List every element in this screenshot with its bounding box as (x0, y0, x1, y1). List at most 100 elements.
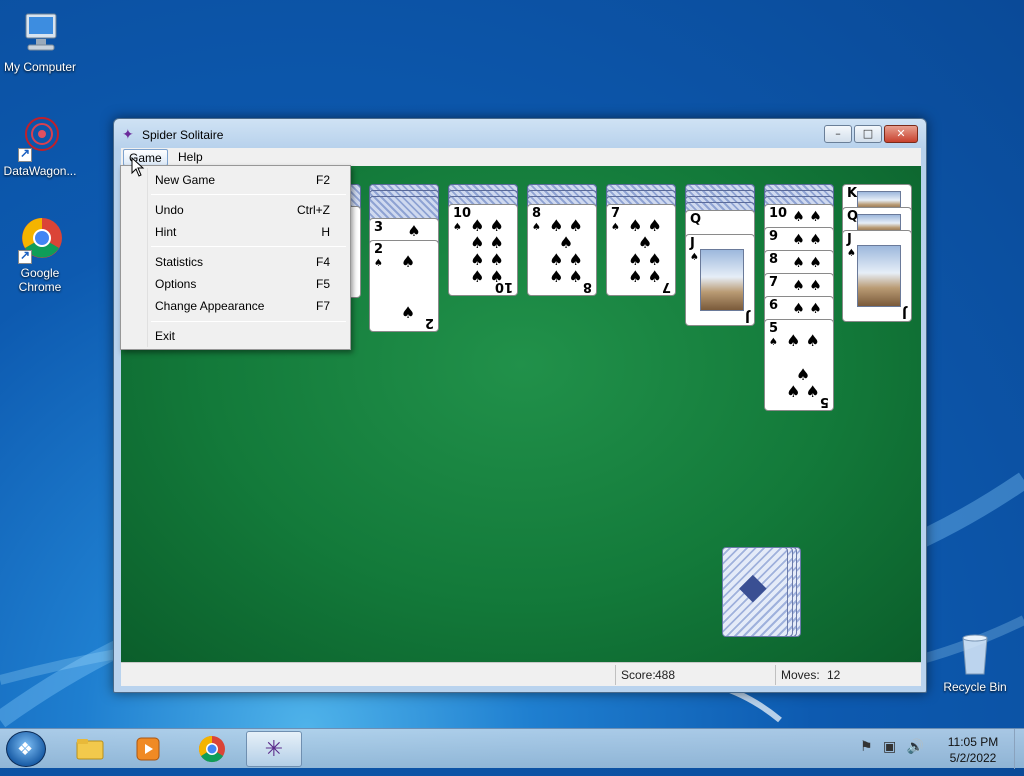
card-rank: 7 ♠ (611, 206, 621, 234)
card-10-spades[interactable]: 10 ♠ ♠ ♠ ♠ ♠ ♠ ♠ ♠ ♠ 10 (448, 204, 518, 296)
menu-item-hint[interactable]: Hint H (123, 221, 348, 243)
menu-item-label: Options (155, 277, 197, 291)
window-title: Spider Solitaire (142, 128, 224, 142)
bird-nest-art (857, 245, 901, 307)
card-rank-bottom: J (902, 305, 907, 320)
card-rank: 3 (374, 220, 384, 235)
card-rank: K (847, 186, 858, 201)
card-rank: 8 (769, 252, 779, 267)
datawagon-icon (16, 114, 64, 162)
clock-time: 11:05 PM (947, 735, 999, 749)
score-value: 488 (655, 668, 676, 682)
status-divider (775, 665, 776, 685)
card-rank-bottom: 2 (424, 315, 434, 330)
minimize-button[interactable]: – (824, 125, 852, 143)
shortcut-arrow-icon (18, 248, 32, 264)
show-desktop-button[interactable] (1014, 729, 1024, 769)
spider-app-icon: ✦ (122, 127, 134, 143)
card-J-spades[interactable]: J ♠ J (842, 230, 912, 322)
card-J-spades[interactable]: J ♠ J (685, 234, 755, 326)
spade-pips-icon: ♠ ♠ ♠ ♠ ♠ ♠ ♠ (628, 216, 662, 286)
taskbar-media-player[interactable] (120, 731, 176, 767)
score-label: Score: (621, 668, 656, 682)
menu-item-shortcut: H (321, 225, 330, 239)
card-rank-bottom: 8 (582, 279, 592, 294)
start-button[interactable]: ❖ (6, 731, 46, 767)
menu-game[interactable]: Game (123, 149, 168, 166)
taskbar: ❖ ✳ ⚑ ▣ 🔊 11:05 PM 5/2/2022 (0, 728, 1024, 769)
taskbar-clock[interactable]: 11:05 PM 5/2/2022 (938, 734, 1008, 766)
spade-pips-icon: ♠ ♠ (400, 252, 416, 322)
desktop-icon-label: My Computer (3, 60, 77, 74)
status-bar: Score: 488 Moves: 12 (121, 662, 921, 686)
spade-pips-icon: ♠ ♠ ♠ ♠ ♠ ♠ ♠ ♠ (470, 216, 504, 286)
volume-icon[interactable]: 🔊 (907, 739, 924, 755)
card-rank-bottom: 10 (494, 279, 513, 294)
spade-pips-icon: ♠ ♠ ♠ ♠ ♠ (786, 331, 820, 401)
desktop-icon-datawagon[interactable]: DataWagon... (0, 114, 80, 178)
menu-item-change-appearance[interactable]: Change Appearance F7 (123, 295, 348, 317)
menu-item-shortcut: F7 (315, 299, 330, 313)
desktop-icon-google-chrome[interactable]: Google Chrome (0, 216, 80, 294)
clock-date: 5/2/2022 (949, 751, 997, 765)
taskbar-spider-solitaire[interactable]: ✳ (246, 731, 302, 767)
card-rank: J ♠ (690, 236, 699, 264)
card-rank: 5 ♠ (769, 321, 779, 349)
menu-item-undo[interactable]: Undo Ctrl+Z (123, 199, 348, 221)
menu-item-shortcut: F4 (315, 255, 330, 269)
menu-separator (151, 321, 346, 322)
chrome-icon (197, 735, 227, 770)
menu-item-exit[interactable]: Exit (123, 325, 348, 347)
card-rank: 7 (769, 275, 779, 290)
moves-label: Moves: (781, 668, 820, 682)
menu-item-shortcut: F5 (315, 277, 330, 291)
desktop-icon-recycle-bin[interactable]: Recycle Bin (935, 630, 1015, 694)
taskbar-explorer[interactable] (62, 731, 118, 767)
card-rank: 2 ♠ (374, 242, 384, 270)
action-center-icon[interactable]: ⚑ (860, 739, 873, 755)
recycle-bin-icon (951, 630, 999, 678)
chrome-icon (16, 216, 64, 264)
menu-item-new-game[interactable]: New Game F2 (123, 169, 348, 191)
maximize-button[interactable]: □ (854, 125, 882, 143)
mouse-cursor-icon (131, 157, 145, 177)
card-7-spades[interactable]: 7 ♠ ♠ ♠ ♠ ♠ ♠ ♠ ♠ 7 (606, 204, 676, 296)
card-2-spades[interactable]: 2 ♠ ♠ ♠ 2 (369, 240, 439, 332)
bird-nest-art (700, 249, 744, 311)
menu-separator (151, 194, 346, 195)
card-rank-bottom: 5 (819, 394, 829, 409)
close-button[interactable]: ✕ (884, 125, 918, 143)
card-rank: 10 (769, 206, 788, 221)
card-5-spades[interactable]: 5 ♠ ♠ ♠ ♠ ♠ ♠ 5 (764, 319, 834, 411)
media-player-icon (134, 737, 162, 769)
card-rank: 8 ♠ (532, 206, 542, 234)
status-divider (615, 665, 616, 685)
card-rank: J ♠ (847, 232, 856, 260)
taskbar-chrome[interactable] (184, 731, 240, 767)
menu-item-options[interactable]: Options F5 (123, 273, 348, 295)
menu-item-shortcut: Ctrl+Z (297, 203, 330, 217)
menu-item-label: Exit (155, 329, 176, 343)
computer-icon (16, 10, 64, 58)
stock-pile[interactable] (722, 547, 788, 637)
menu-bar: Game Help (121, 148, 921, 166)
spade-pips-icon: ♠ ♠ ♠ ♠ ♠ ♠ ♠ (549, 216, 583, 286)
card-rank: Q (690, 212, 702, 227)
menu-separator (151, 246, 346, 247)
spider-icon: ✳ (264, 737, 284, 762)
game-menu-dropdown: New Game F2 Undo Ctrl+Z Hint H Statistic… (120, 165, 351, 350)
menu-item-label: Statistics (155, 255, 204, 269)
network-icon[interactable]: ▣ (883, 739, 896, 755)
menu-item-label: New Game (155, 173, 216, 187)
card-8-spades[interactable]: 8 ♠ ♠ ♠ ♠ ♠ ♠ ♠ ♠ 8 (527, 204, 597, 296)
menu-item-label: Hint (155, 225, 177, 239)
title-bar[interactable]: ✦ Spider Solitaire – □ ✕ (114, 119, 926, 147)
menu-item-label: Change Appearance (155, 299, 265, 313)
menu-help[interactable]: Help (173, 149, 208, 166)
desktop-icon-my-computer[interactable]: My Computer (0, 10, 80, 74)
card-rank-bottom: J (745, 309, 750, 324)
card-rank: 9 (769, 229, 779, 244)
menu-item-shortcut: F2 (315, 173, 330, 187)
menu-item-statistics[interactable]: Statistics F4 (123, 251, 348, 273)
card-rank-bottom: 7 (661, 279, 671, 294)
